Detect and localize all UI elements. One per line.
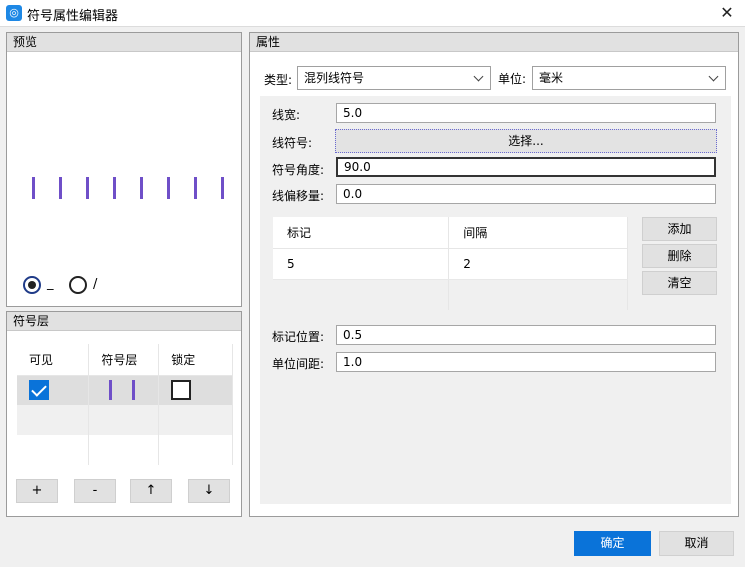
- interval-cell[interactable]: 2: [448, 248, 628, 280]
- close-button[interactable]: ✕: [715, 2, 739, 24]
- mark-position-input[interactable]: 0.5: [336, 325, 716, 345]
- col-symbol-layer: 符号层: [88, 344, 160, 376]
- chevron-down-icon: [473, 71, 484, 82]
- table-row: [17, 405, 233, 435]
- add-mark-button[interactable]: 添加: [642, 217, 717, 241]
- remove-layer-button[interactable]: -: [74, 479, 116, 503]
- table-row[interactable]: [17, 375, 233, 405]
- preview-mark: [140, 177, 143, 199]
- radio-underscore[interactable]: [23, 276, 41, 294]
- unit-combobox[interactable]: 毫米: [532, 66, 726, 90]
- preview-mark: [86, 177, 89, 199]
- clear-marks-button[interactable]: 清空: [642, 271, 717, 295]
- mark-cell[interactable]: 5: [273, 248, 450, 280]
- symbol-angle-label: 符号角度:: [272, 163, 325, 177]
- move-down-button[interactable]: ↓: [188, 479, 230, 503]
- select-symbol-button[interactable]: 选择...: [335, 129, 717, 153]
- properties-header: 属性: [250, 33, 738, 52]
- title-bar: ◎ 符号属性编辑器 ✕: [0, 0, 745, 27]
- close-icon: ✕: [720, 3, 734, 22]
- visible-checkbox[interactable]: [29, 380, 49, 401]
- layer-preview-mark: [132, 380, 136, 401]
- preview-mark: [194, 177, 197, 199]
- preview-mark: [167, 177, 170, 199]
- marks-table: 标记 间隔 5 2: [273, 217, 628, 310]
- table-row[interactable]: 5 2: [273, 248, 628, 280]
- add-layer-button[interactable]: +: [16, 479, 58, 503]
- preview-panel: 预览 _ /: [6, 32, 242, 307]
- layer-table: 可见 符号层 锁定: [17, 344, 233, 465]
- preview-canvas: [32, 177, 224, 199]
- col-interval: 间隔: [448, 217, 628, 249]
- col-locked: 锁定: [158, 344, 233, 376]
- cancel-button[interactable]: 取消: [659, 531, 734, 556]
- line-offset-input[interactable]: 0.0: [336, 184, 716, 204]
- preview-mark: [221, 177, 224, 199]
- unit-value: 毫米: [539, 71, 564, 85]
- col-mark: 标记: [273, 217, 450, 249]
- line-width-label: 线宽:: [272, 108, 301, 122]
- window-title: 符号属性编辑器: [27, 9, 119, 24]
- preview-mark: [113, 177, 116, 199]
- chevron-down-icon: [708, 71, 719, 82]
- type-combobox[interactable]: 混列线符号: [297, 66, 491, 90]
- radio-slash-label: /: [93, 277, 98, 292]
- line-offset-label: 线偏移量:: [272, 189, 325, 203]
- layer-preview-mark: [109, 380, 113, 401]
- unit-spacing-input[interactable]: 1.0: [336, 352, 716, 372]
- line-width-input[interactable]: 5.0: [336, 103, 716, 123]
- line-symbol-label: 线符号:: [272, 136, 313, 150]
- type-label: 类型:: [264, 73, 293, 87]
- preview-mark: [59, 177, 62, 199]
- mark-position-label: 标记位置:: [272, 330, 325, 344]
- unit-spacing-label: 单位间距:: [272, 357, 325, 371]
- radio-slash[interactable]: [69, 276, 87, 294]
- ok-button[interactable]: 确定: [574, 531, 651, 556]
- move-up-button[interactable]: ↑: [130, 479, 172, 503]
- symbol-angle-input[interactable]: 90.0: [336, 157, 716, 177]
- unit-label: 单位:: [498, 72, 527, 86]
- table-row: [273, 279, 628, 310]
- type-value: 混列线符号: [304, 71, 365, 85]
- table-row: [17, 435, 233, 465]
- symbol-layer-header: 符号层: [7, 312, 241, 331]
- preview-mark: [32, 177, 35, 199]
- col-visible: 可见: [17, 344, 90, 376]
- radio-underscore-label: _: [47, 276, 54, 291]
- app-icon: ◎: [6, 5, 22, 21]
- delete-mark-button[interactable]: 删除: [642, 244, 717, 268]
- preview-header: 预览: [7, 33, 241, 52]
- locked-checkbox[interactable]: [171, 380, 192, 401]
